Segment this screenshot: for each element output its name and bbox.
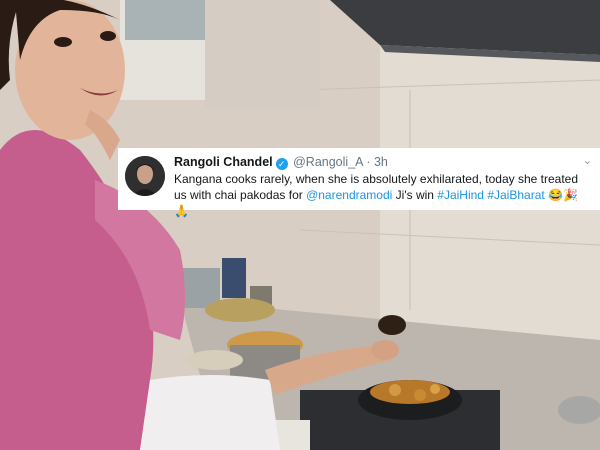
cabinet <box>205 0 320 108</box>
folded-hands-emoji-icon: 🙏 <box>174 204 189 218</box>
right-eye <box>100 31 116 41</box>
side-pot <box>558 396 600 424</box>
laughing-emoji-icon: 😂 <box>548 188 563 202</box>
tweet-time[interactable]: 3h <box>374 155 388 169</box>
hashtag-link[interactable]: #JaiHind <box>437 188 484 202</box>
ladle <box>378 315 406 335</box>
verified-icon: ✓ <box>275 158 288 170</box>
photo-scene: Rangoli Chandel ✓ @Rangoli_A · 3h ⌄ Kanga… <box>0 0 600 450</box>
party-emoji-icon: 🎉 <box>563 188 578 202</box>
jar <box>222 258 246 298</box>
left-eye <box>54 37 72 47</box>
avatar-photo <box>125 156 165 196</box>
tweet-text-part: Ji's win <box>392 188 438 202</box>
mention-link[interactable]: @narendramodi <box>306 188 392 202</box>
plate <box>187 350 243 370</box>
pakoda <box>414 389 426 401</box>
avatar[interactable] <box>125 156 165 196</box>
brass-bowl <box>205 298 275 322</box>
author-handle[interactable]: @Rangoli_A <box>293 155 363 169</box>
pakoda <box>389 384 401 396</box>
hand <box>371 340 399 360</box>
author-name[interactable]: Rangoli Chandel <box>174 155 273 169</box>
hashtag-link[interactable]: #JaiBharat <box>487 188 544 202</box>
tweet-header: Rangoli Chandel ✓ @Rangoli_A · 3h <box>174 155 388 170</box>
kitchen-photo <box>0 0 600 450</box>
pakoda <box>430 384 440 394</box>
white-sleeve <box>140 375 280 450</box>
tweet-card[interactable]: Rangoli Chandel ✓ @Rangoli_A · 3h ⌄ Kanga… <box>118 148 600 217</box>
tweet-text: Kangana cooks rarely, when she is absolu… <box>174 171 592 219</box>
chevron-down-icon[interactable]: ⌄ <box>583 154 592 167</box>
time-separator: · <box>366 155 371 169</box>
window <box>125 0 205 40</box>
